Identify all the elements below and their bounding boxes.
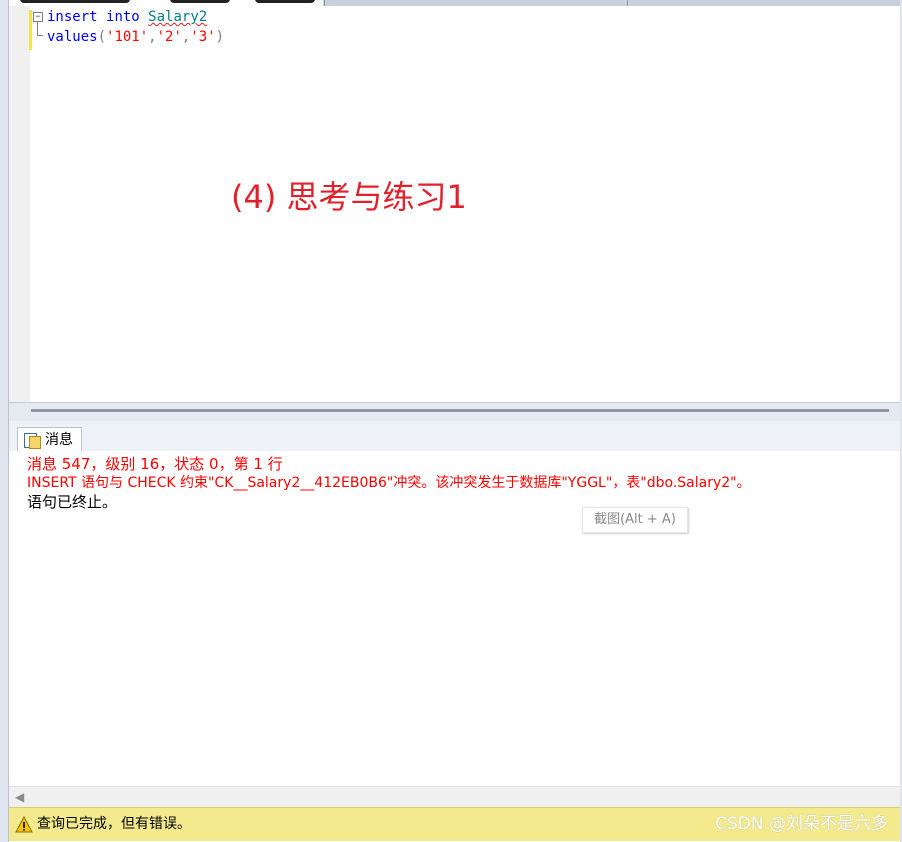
splitter-grip[interactable] [31, 409, 889, 412]
tab-messages[interactable]: 消息 [17, 427, 82, 452]
editor-gutter [9, 6, 30, 402]
messages-pane[interactable]: 消息 547，级别 16，状态 0，第 1 行 INSERT 语句与 CHECK… [9, 451, 900, 786]
error-message-detail: INSERT 语句与 CHECK 约束"CK__Salary2__412EB0B… [27, 475, 751, 491]
keyword-into: into [106, 9, 140, 25]
annotation-text: (4) 思考与练习1 [231, 178, 467, 216]
paren-open: ( [97, 29, 107, 45]
tab-messages-label: 消息 [45, 432, 73, 448]
table-name: Salary2 [148, 9, 208, 25]
keyword-insert: insert [47, 9, 98, 25]
code-line-1[interactable]: insert into Salary2 [47, 8, 207, 26]
keyword-values: values [47, 29, 98, 45]
collapse-icon[interactable]: − [33, 12, 43, 22]
status-text: 查询已完成，但有错误。 [37, 816, 191, 832]
screenshot-tooltip: 截图(Alt + A) [582, 507, 688, 533]
error-message-header: 消息 547，级别 16，状态 0，第 1 行 [27, 455, 283, 473]
value-3: '3' [190, 29, 216, 45]
scroll-left-icon[interactable]: ◀ [15, 789, 24, 805]
value-2: '2' [156, 29, 182, 45]
tab-title-cropped [20, 0, 130, 3]
tab-title-cropped-2 [170, 0, 230, 3]
outline-end [37, 35, 43, 36]
query-editor[interactable]: − insert into Salary2 values('101','2','… [9, 6, 900, 402]
watermark: CSDN @刘朵不是六多 [715, 814, 888, 834]
results-tab-strip: 消息 [9, 421, 900, 452]
query-status-bar: 查询已完成，但有错误。 CSDN @刘朵不是六多 [9, 807, 900, 841]
statement-terminated-message: 语句已终止。 [27, 493, 118, 511]
warning-icon [15, 816, 33, 833]
window-left-border [0, 0, 9, 842]
value-1: '101' [106, 29, 149, 45]
comma-1: , [148, 29, 157, 45]
pane-splitter[interactable] [9, 402, 900, 422]
messages-icon [24, 432, 41, 449]
horizontal-scrollbar[interactable]: ◀ [9, 786, 900, 807]
changed-lines-marker [29, 10, 32, 50]
code-line-2[interactable]: values('101','2','3') [47, 28, 224, 46]
tab-title-cropped-3 [255, 0, 315, 3]
paren-close: ) [215, 29, 225, 45]
outline-line [37, 22, 38, 35]
